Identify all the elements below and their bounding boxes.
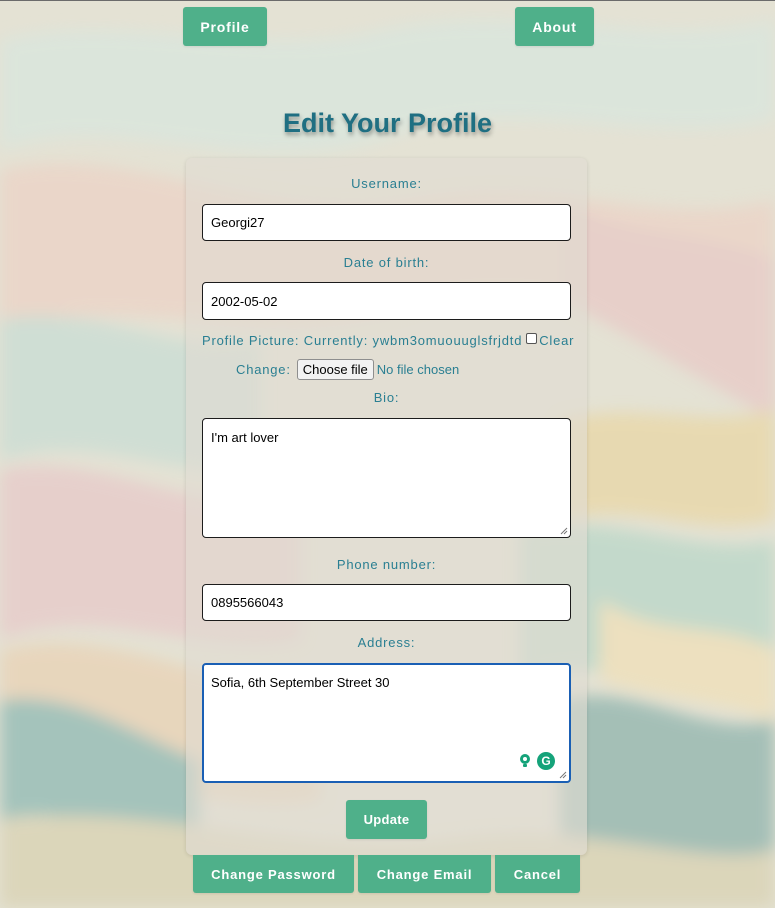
bio-label: Bio:	[373, 390, 400, 405]
phone-value: 0895566043	[211, 595, 284, 610]
grammarly-icon[interactable]: G	[537, 752, 555, 770]
change-label: Change:	[236, 361, 291, 377]
phone-input[interactable]: 0895566043	[202, 584, 571, 621]
change-picture-row: Change: Choose file No file chosen	[236, 358, 459, 380]
dob-value: 2002-05-02	[211, 293, 278, 309]
update-button[interactable]: Update	[346, 800, 427, 839]
profile-picture-link[interactable]: ywbm3omuouuglsfrjdtd	[373, 333, 523, 348]
profile-picture-row: Profile Picture: Currently: ywbm3omuouug…	[202, 333, 574, 348]
resize-handle-icon[interactable]	[560, 527, 568, 535]
change-password-button[interactable]: Change Password	[193, 855, 354, 893]
username-value: Georgi27	[211, 215, 265, 230]
address-value: Sofia, 6th September Street 30	[211, 675, 390, 690]
nav-profile-button[interactable]: Profile	[183, 7, 267, 46]
dob-input[interactable]: 2002-05-02	[202, 282, 571, 320]
cancel-button[interactable]: Cancel	[495, 855, 580, 893]
profile-picture-currently: Currently:	[303, 333, 369, 348]
dob-label: Date of birth:	[343, 255, 430, 270]
change-email-button[interactable]: Change Email	[358, 855, 491, 893]
username-label: Username:	[351, 176, 422, 191]
nav-about-button[interactable]: About	[515, 7, 594, 46]
username-input[interactable]: Georgi27	[202, 204, 571, 241]
page-title: Edit Your Profile	[282, 108, 493, 138]
grammarly-widget[interactable]: G	[514, 751, 557, 771]
choose-file-button[interactable]: Choose file	[296, 358, 374, 380]
profile-picture-label: Profile Picture:	[202, 333, 300, 348]
bio-textarea[interactable]: I'm art lover	[202, 418, 571, 538]
bio-value: I'm art lover	[211, 430, 279, 445]
top-border	[0, 0, 775, 1]
lightbulb-icon[interactable]	[516, 752, 534, 770]
clear-checkbox[interactable]	[526, 333, 538, 344]
phone-label: Phone number:	[336, 557, 437, 572]
clear-label[interactable]: Clear	[539, 333, 574, 348]
resize-handle-icon[interactable]	[559, 771, 567, 779]
no-file-text: No file chosen	[376, 361, 460, 377]
address-label: Address:	[357, 635, 416, 650]
address-textarea[interactable]: Sofia, 6th September Street 30 G	[202, 663, 571, 783]
